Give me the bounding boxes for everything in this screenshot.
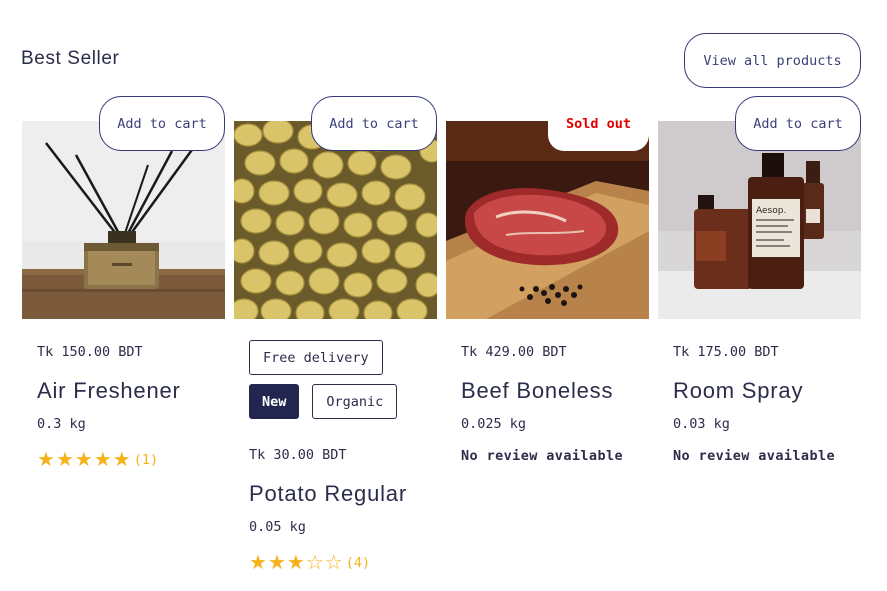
star-filled-icon: ★	[267, 552, 286, 574]
product-weight: 0.3 kg	[37, 416, 86, 432]
product-weight: 0.025 kg	[461, 416, 527, 432]
product-weight: 0.05 kg	[249, 519, 306, 535]
star-filled-icon: ★	[286, 552, 305, 574]
add-to-cart-button[interactable]: Add to cart	[735, 96, 861, 151]
product-card-room-spray[interactable]: Aesop. Add to cart Tk 175.00 BDT Room Sp…	[658, 96, 861, 464]
tag-organic: Organic	[312, 384, 398, 419]
product-rating: ★ ★ ★ ★ ★ (1)	[37, 450, 225, 470]
add-to-cart-button[interactable]: Add to cart	[311, 96, 437, 151]
star-filled-icon: ★	[37, 449, 55, 471]
section-title: Best Seller	[21, 48, 120, 69]
product-card-potato-regular[interactable]: Add to cart Free delivery New Organic Tk…	[234, 96, 437, 573]
star-filled-icon: ★	[112, 449, 131, 471]
sold-out-badge: Sold out	[548, 96, 649, 151]
product-tags: Free delivery New Organic	[249, 340, 437, 419]
star-filled-icon: ★	[74, 449, 93, 471]
view-all-products-button[interactable]: View all products	[684, 33, 861, 88]
no-review-text: No review available	[673, 448, 836, 464]
product-card-air-freshener[interactable]: Add to cart Tk 150.00 BDT Air Freshener …	[22, 96, 225, 470]
product-name[interactable]: Potato Regular	[249, 481, 437, 507]
product-name[interactable]: Air Freshener	[37, 378, 225, 404]
review-count[interactable]: (4)	[346, 555, 370, 571]
star-filled-icon: ★	[249, 552, 267, 574]
product-price: Tk 150.00 BDT	[37, 344, 143, 360]
star-empty-icon: ☆	[324, 552, 343, 574]
aesop-label: Aesop.	[756, 206, 786, 216]
review-count[interactable]: (1)	[134, 452, 158, 468]
star-empty-icon: ☆	[305, 552, 324, 574]
no-review-text: No review available	[461, 448, 624, 464]
product-card-beef-boneless[interactable]: Sold out Tk 429.00 BDT Beef Boneless 0.0…	[446, 96, 649, 464]
product-weight: 0.03 kg	[673, 416, 730, 432]
product-rating: ★ ★ ★ ☆ ☆ (4)	[249, 553, 437, 573]
product-name[interactable]: Room Spray	[673, 378, 861, 404]
product-name[interactable]: Beef Boneless	[461, 378, 649, 404]
product-price: Tk 429.00 BDT	[461, 344, 567, 360]
star-filled-icon: ★	[55, 449, 74, 471]
star-filled-icon: ★	[93, 449, 112, 471]
tag-new: New	[249, 384, 300, 419]
product-price: Tk 30.00 BDT	[249, 447, 347, 463]
add-to-cart-button[interactable]: Add to cart	[99, 96, 225, 151]
tag-free-delivery: Free delivery	[249, 340, 383, 375]
product-price: Tk 175.00 BDT	[673, 344, 779, 360]
